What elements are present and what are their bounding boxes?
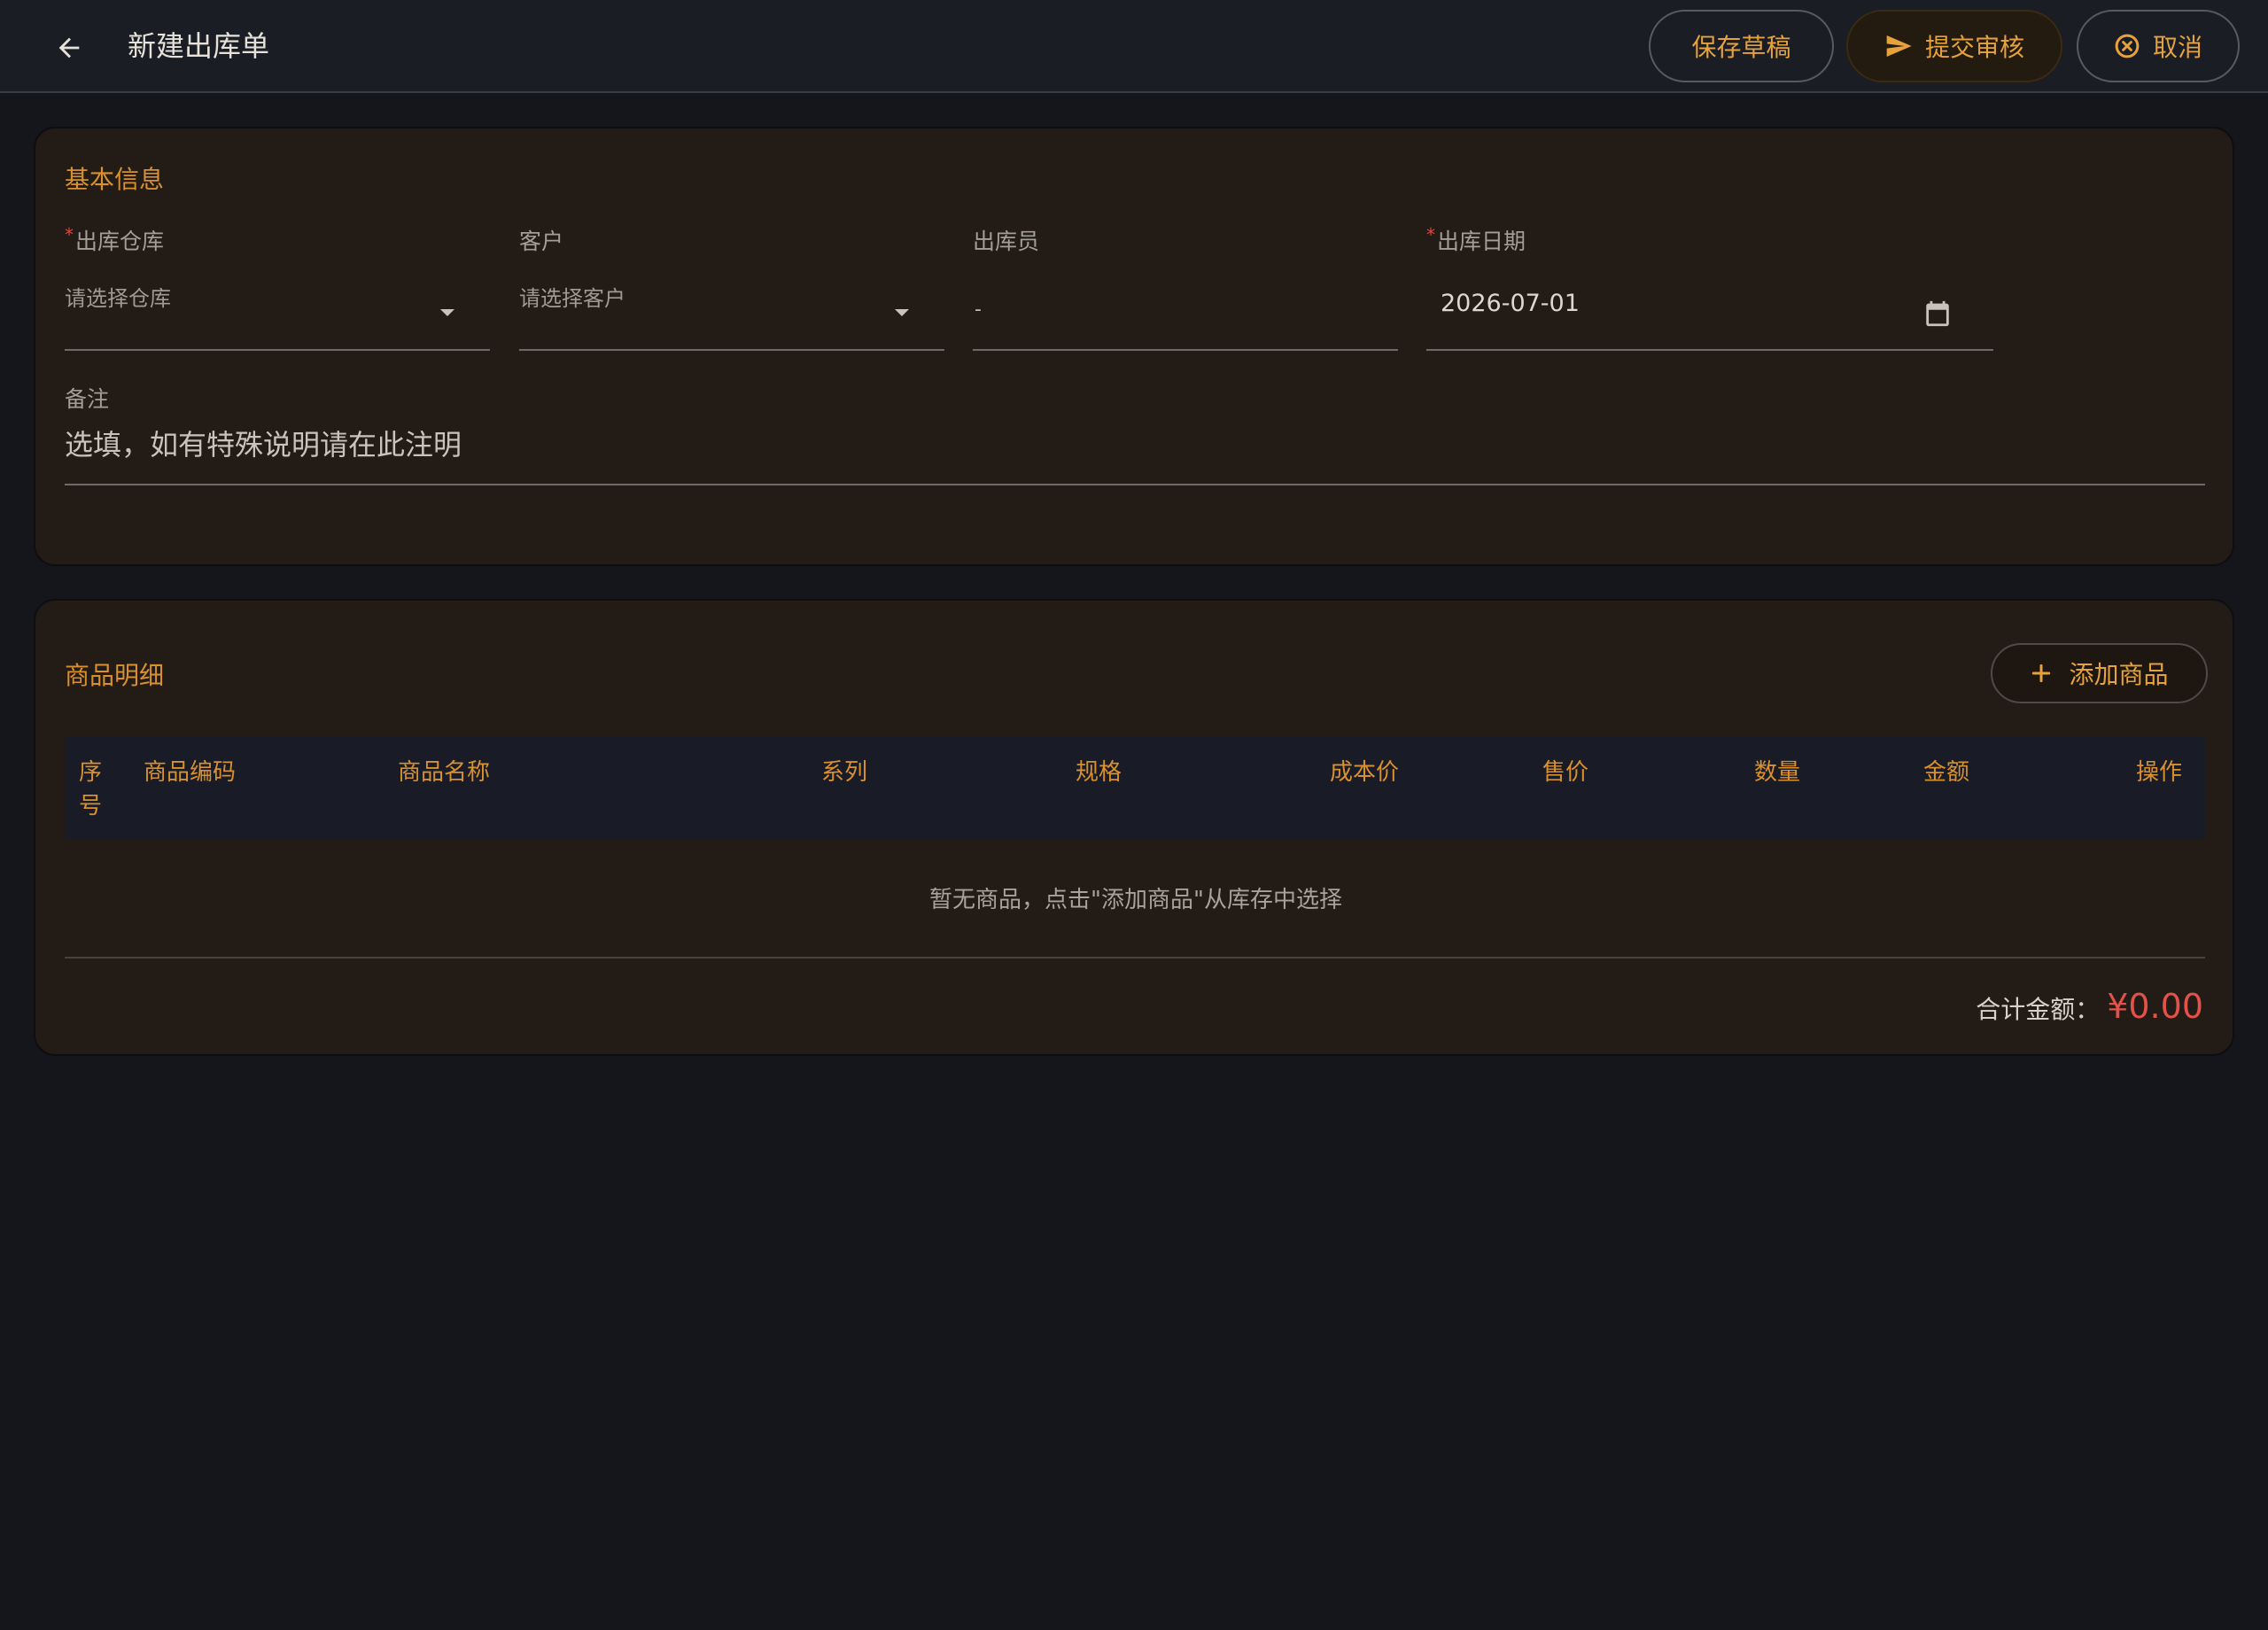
col-series: 系列 — [821, 759, 868, 786]
required-mark: * — [65, 224, 74, 245]
chevron-down-icon — [895, 309, 909, 316]
operator-label: 出库员 — [973, 229, 1040, 254]
col-spec: 规格 — [1076, 759, 1122, 786]
col-qty: 数量 — [1754, 759, 1801, 786]
cancel-label: 取消 — [2152, 33, 2202, 62]
operator-field: - — [973, 272, 1398, 351]
operator-value: - — [975, 299, 982, 321]
cancel-button[interactable]: 取消 — [2077, 10, 2240, 82]
top-bar: 新建出库单 保存草稿 提交审核 取消 — [0, 0, 2268, 93]
page-title: 新建出库单 — [128, 29, 270, 63]
col-cost: 成本价 — [1330, 759, 1400, 786]
basic-info-title: 基本信息 — [65, 165, 165, 194]
chevron-down-icon — [440, 309, 454, 316]
date-value: 2026-07-01 — [1441, 290, 1580, 317]
date-picker[interactable]: 2026-07-01 — [1426, 272, 1993, 351]
col-amount: 金额 — [1923, 759, 1970, 786]
col-price: 售价 — [1542, 759, 1589, 786]
arrow-left-icon — [58, 37, 80, 58]
save-draft-button[interactable]: 保存草稿 — [1649, 10, 1834, 82]
items-title: 商品明细 — [65, 661, 165, 690]
total-value: ¥0.00 — [2107, 987, 2203, 1026]
date-label: *出库日期 — [1426, 224, 1526, 254]
customer-placeholder: 请选择客户 — [519, 286, 625, 311]
table-header: 序号 商品编码 商品名称 系列 规格 成本价 售价 数量 金额 操作 — [65, 736, 2205, 839]
submit-review-button[interactable]: 提交审核 — [1846, 10, 2062, 82]
submit-review-label: 提交审核 — [1924, 33, 2024, 62]
add-product-label: 添加商品 — [2069, 660, 2169, 689]
cancel-circle-icon — [2115, 34, 2140, 58]
customer-label: 客户 — [519, 229, 564, 254]
save-draft-label: 保存草稿 — [1691, 33, 1791, 62]
required-mark: * — [1426, 224, 1435, 245]
total-amount: 合计金额： ¥0.00 — [1976, 987, 2203, 1026]
plus-icon — [2032, 664, 2051, 683]
send-icon — [1886, 35, 1912, 57]
col-code: 商品编码 — [144, 759, 237, 786]
customer-select[interactable]: 请选择客户 — [519, 272, 944, 351]
remark-input[interactable]: 选填，如有特殊说明请在此注明 — [65, 403, 2205, 485]
col-name: 商品名称 — [398, 759, 491, 786]
warehouse-select[interactable]: 请选择仓库 — [65, 272, 490, 351]
col-action: 操作 — [2136, 759, 2183, 786]
total-label: 合计金额： — [1976, 995, 2101, 1024]
warehouse-label: *出库仓库 — [65, 224, 165, 254]
items-card: 商品明细 添加商品 序号 商品编码 商品名称 系列 规格 成本价 售价 数量 金… — [34, 599, 2234, 1056]
calendar-icon[interactable] — [1922, 299, 1953, 329]
table-divider — [65, 957, 2205, 959]
empty-state-text: 暂无商品，点击"添加商品"从库存中选择 — [929, 887, 1342, 913]
remark-placeholder: 选填，如有特殊说明请在此注明 — [65, 428, 462, 462]
back-button[interactable] — [46, 25, 92, 71]
col-seq: 序号 — [79, 759, 103, 819]
basic-info-card: 基本信息 *出库仓库 请选择仓库 客户 请选择客户 出库员 - *出库日期 20… — [34, 127, 2234, 566]
warehouse-placeholder: 请选择仓库 — [65, 286, 171, 311]
add-product-button[interactable]: 添加商品 — [1991, 643, 2208, 703]
